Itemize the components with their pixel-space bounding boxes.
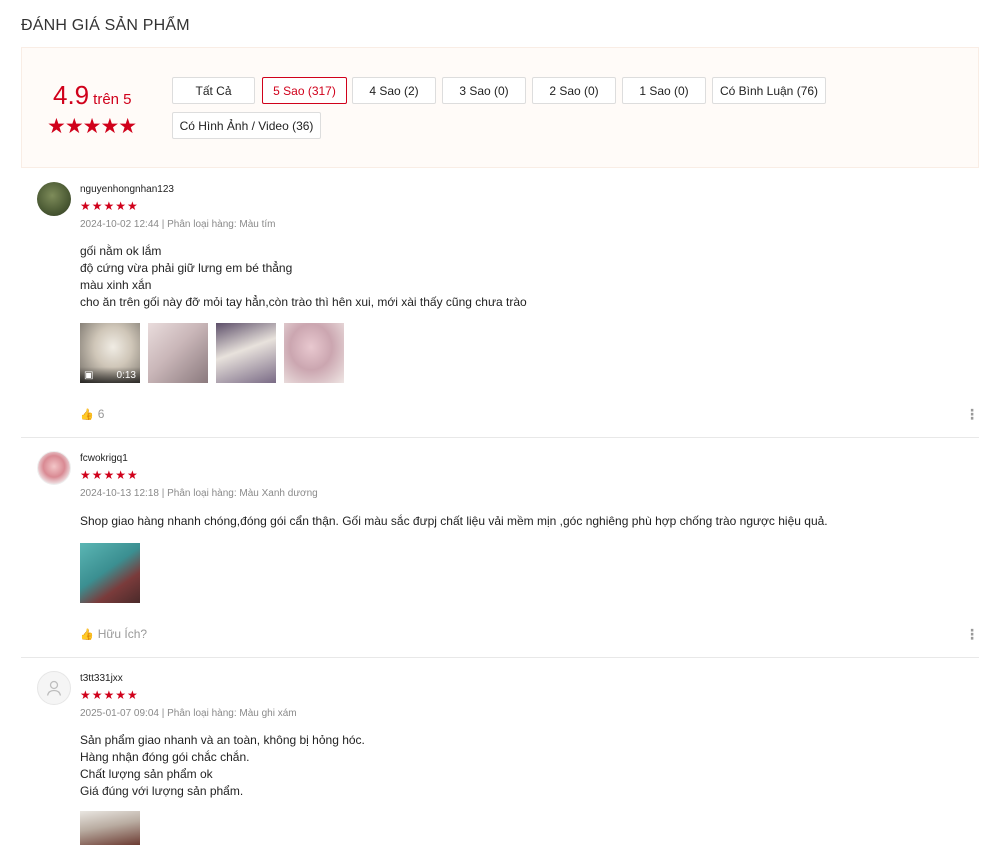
review-meta: 2024-10-13 12:18 | Phân loại hàng: Màu X…	[80, 488, 318, 499]
review-text-line: Giá đúng với lượng sản phẩm.	[80, 784, 244, 798]
section-title: ĐÁNH GIÁ SẢN PHẨM	[21, 17, 190, 34]
user-icon	[46, 680, 62, 696]
rating-overview: 4.9 trên 5 ★★★★★ Tất Cả 5 Sao (317) 4 Sao…	[21, 47, 979, 168]
review-image-thumbnail[interactable]	[284, 323, 344, 383]
review-meta: 2025-01-07 09:04 | Phân loại hàng: Màu g…	[80, 708, 297, 719]
review-image-thumbnail[interactable]	[80, 811, 140, 845]
review-text-line: Hàng nhận đóng gói chắc chắn.	[80, 750, 250, 764]
filter-1-star[interactable]: 1 Sao (0)	[622, 77, 706, 104]
filter-all[interactable]: Tất Cả	[172, 77, 255, 104]
reviewer-username: fcwokrigq1	[80, 453, 128, 464]
review-text-line: màu xinh xắn	[80, 278, 152, 292]
reviewer-username: nguyenhongnhan123	[80, 184, 174, 195]
video-badge: ▣ 0:13	[80, 367, 140, 383]
score-suffix: trên 5	[93, 91, 132, 108]
review-text: gối nằm ok lắm độ cứng vừa phải giữ lưng…	[80, 243, 527, 311]
thumbs-up-icon: 👍	[80, 628, 94, 641]
avatar[interactable]	[37, 451, 71, 485]
review-item: nguyenhongnhan123 ★★★★★ 2024-10-02 12:44…	[21, 169, 979, 438]
review-media	[80, 811, 140, 845]
review-image-thumbnail[interactable]	[216, 323, 276, 383]
average-score: 4.9 trên 5	[53, 80, 132, 111]
review-image-thumbnail[interactable]	[80, 543, 140, 603]
helpful-button[interactable]: 👍 6	[80, 407, 104, 421]
helpful-count: 6	[97, 407, 105, 421]
more-options-icon[interactable]: ⋮	[965, 407, 979, 421]
filter-5-star[interactable]: 5 Sao (317)	[262, 77, 347, 104]
review-text-line: Chất lượng sản phẩm ok	[80, 767, 213, 781]
filter-with-comment[interactable]: Có Bình Luận (76)	[712, 77, 826, 104]
review-item: fcwokrigq1 ★★★★★ 2024-10-13 12:18 | Phân…	[21, 438, 979, 658]
filter-with-media[interactable]: Có Hình Ảnh / Video (36)	[172, 112, 321, 139]
review-stars: ★★★★★	[80, 199, 139, 213]
review-text: Shop giao hàng nhanh chóng,đóng gói cẩn …	[80, 513, 828, 530]
review-video-thumbnail[interactable]: ▣ 0:13	[80, 323, 140, 383]
default-avatar[interactable]	[37, 671, 71, 705]
helpful-button[interactable]: 👍 Hữu Ích?	[80, 627, 147, 641]
review-text: Sản phẩm giao nhanh và an toàn, không bị…	[80, 732, 365, 800]
more-options-icon[interactable]: ⋮	[965, 627, 979, 641]
review-media	[80, 543, 140, 603]
reviewer-username: t3tt331jxx	[80, 673, 123, 684]
avatar[interactable]	[37, 182, 71, 216]
review-item: t3tt331jxx ★★★★★ 2025-01-07 09:04 | Phân…	[21, 658, 979, 858]
review-meta: 2024-10-02 12:44 | Phân loại hàng: Màu t…	[80, 219, 276, 230]
filter-3-star[interactable]: 3 Sao (0)	[442, 77, 526, 104]
video-camera-icon: ▣	[84, 369, 94, 381]
review-text-line: Sản phẩm giao nhanh và an toàn, không bị…	[80, 733, 365, 747]
score-value: 4.9	[53, 80, 90, 110]
review-text-line: Shop giao hàng nhanh chóng,đóng gói cẩn …	[80, 514, 828, 528]
filter-4-star[interactable]: 4 Sao (2)	[352, 77, 436, 104]
review-stars: ★★★★★	[80, 468, 139, 482]
review-stars: ★★★★★	[80, 688, 139, 702]
review-text-line: cho ăn trên gối này đỡ mỏi tay hẳn,còn t…	[80, 295, 527, 309]
review-text-line: độ cứng vừa phải giữ lưng em bé thẳng	[80, 261, 293, 275]
thumbs-up-icon: 👍	[80, 408, 94, 421]
filter-2-star[interactable]: 2 Sao (0)	[532, 77, 616, 104]
review-media: ▣ 0:13	[80, 323, 344, 383]
review-image-thumbnail[interactable]	[148, 323, 208, 383]
helpful-label: Hữu Ích?	[97, 627, 148, 641]
video-duration: 0:13	[116, 369, 136, 381]
review-text-line: gối nằm ok lắm	[80, 244, 162, 258]
overview-stars: ★★★★★	[47, 115, 137, 138]
